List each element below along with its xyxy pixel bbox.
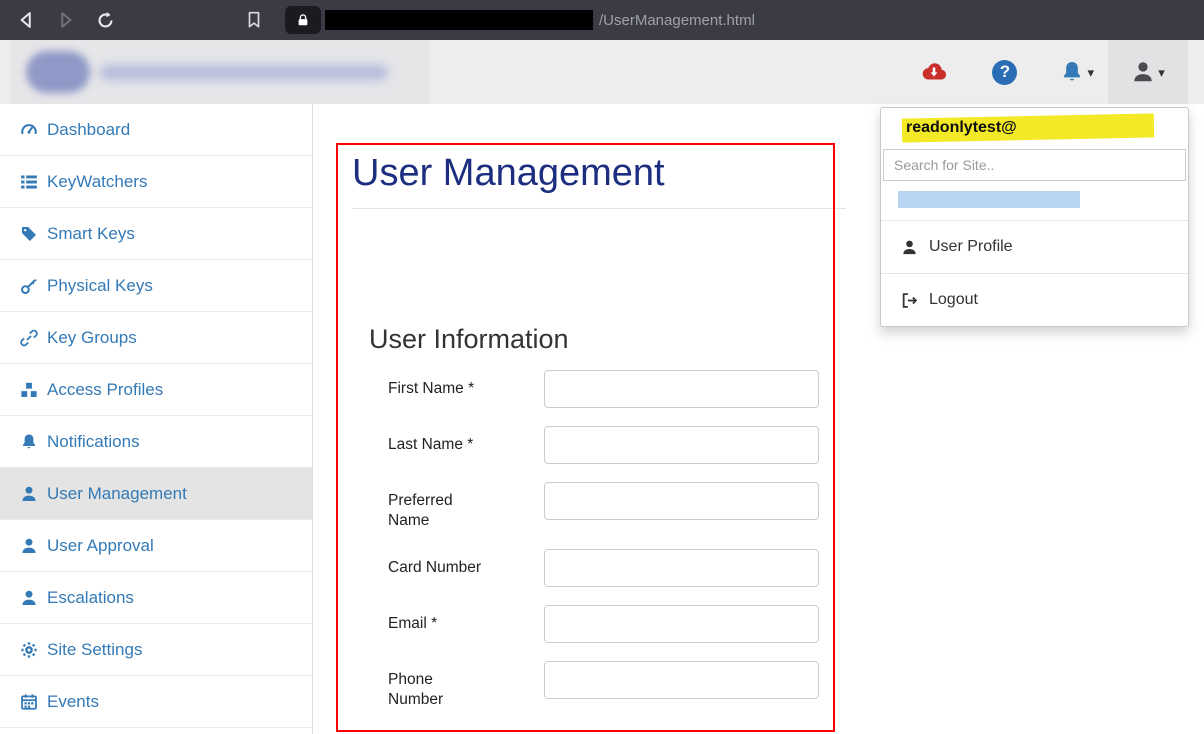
preferred-name-input[interactable] <box>544 482 819 520</box>
address-bar[interactable]: /UserManagement.html <box>263 6 755 34</box>
card-number-input[interactable] <box>544 549 819 587</box>
sidebar-item-notifications[interactable]: Notifications <box>0 416 312 468</box>
user-icon <box>901 239 918 256</box>
menu-item-label: Logout <box>929 291 978 309</box>
url-redaction <box>325 10 593 30</box>
form-row: First Name * <box>388 370 819 408</box>
field-label: Preferred Name <box>388 482 544 531</box>
chevron-down-icon: ▾ <box>1087 66 1094 79</box>
section-title: User Information <box>369 324 569 355</box>
notifications-menu-button[interactable]: ▾ <box>1060 60 1094 84</box>
phone-number-input[interactable] <box>544 661 819 699</box>
sidebar-item-dashboard[interactable]: Dashboard <box>0 104 312 156</box>
user-menu-button[interactable]: ▾ <box>1108 40 1188 104</box>
cloud-download-icon[interactable] <box>921 59 947 85</box>
sidebar-item-label: KeyWatchers <box>47 172 147 192</box>
app-title-redacted <box>100 65 388 80</box>
tag-icon <box>20 225 38 243</box>
calendar-icon <box>20 693 38 711</box>
back-icon[interactable] <box>16 10 36 30</box>
forward-icon[interactable] <box>56 10 76 30</box>
list-icon <box>20 173 38 191</box>
sidebar-item-label: Physical Keys <box>47 276 153 296</box>
first-name-input[interactable] <box>544 370 819 408</box>
help-glyph: ? <box>1000 62 1010 82</box>
gear-icon <box>20 641 38 659</box>
page: /UserManagement.html ? ▾ ▾ Dashboard <box>0 0 1204 734</box>
title-divider <box>352 208 846 209</box>
sidebar-item-site-settings[interactable]: Site Settings <box>0 624 312 676</box>
link-icon <box>20 329 38 347</box>
bookmark-icon[interactable] <box>245 11 263 29</box>
page-title: User Management <box>352 152 665 195</box>
gauge-icon <box>20 121 38 139</box>
form-row: Phone Number <box>388 661 819 710</box>
sidebar-item-label: Key Groups <box>47 328 137 348</box>
form-row: Last Name * <box>388 426 819 464</box>
user-dropdown-menu: readonlytest@ User Profile Logout <box>880 107 1189 327</box>
sidebar-item-physical-keys[interactable]: Physical Keys <box>0 260 312 312</box>
key-icon <box>20 277 38 295</box>
user-icon <box>20 485 38 503</box>
sidebar-item-events[interactable]: Events <box>0 676 312 728</box>
url-text: /UserManagement.html <box>599 12 755 29</box>
field-label: Phone Number <box>388 661 544 710</box>
header-actions: ? ▾ ▾ <box>921 40 1188 104</box>
browser-toolbar: /UserManagement.html <box>0 0 1204 40</box>
menu-item-user-profile[interactable]: User Profile <box>881 221 1188 273</box>
sidebar-item-access-profiles[interactable]: Access Profiles <box>0 364 312 416</box>
sidebar-item-label: Site Settings <box>47 640 142 660</box>
field-label: Last Name * <box>388 426 544 464</box>
user-email-row: readonlytest@ <box>881 108 1188 149</box>
sidebar: Dashboard KeyWatchers Smart Keys Physica… <box>0 104 313 734</box>
bell-icon <box>20 433 38 451</box>
sidebar-item-user-approval[interactable]: User Approval <box>0 520 312 572</box>
field-label: Card Number <box>388 549 544 587</box>
sidebar-item-user-management[interactable]: User Management <box>0 468 312 520</box>
sidebar-item-escalations[interactable]: Escalations <box>0 572 312 624</box>
sidebar-item-label: Events <box>47 692 99 712</box>
sidebar-item-label: Notifications <box>47 432 140 452</box>
reload-icon[interactable] <box>96 11 115 30</box>
app-header: ? ▾ ▾ <box>0 40 1204 104</box>
field-label: Email * <box>388 605 544 643</box>
site-name-redaction <box>898 191 1080 208</box>
app-logo-redacted <box>26 51 90 93</box>
sidebar-item-label: Smart Keys <box>47 224 135 244</box>
bell-icon <box>1060 60 1084 84</box>
sidebar-item-label: User Management <box>47 484 187 504</box>
help-icon[interactable]: ? <box>992 60 1017 85</box>
user-icon <box>1131 60 1155 84</box>
chevron-down-icon: ▾ <box>1158 66 1165 79</box>
sidebar-item-key-groups[interactable]: Key Groups <box>0 312 312 364</box>
site-search-input[interactable] <box>883 149 1186 181</box>
sidebar-item-keywatchers[interactable]: KeyWatchers <box>0 156 312 208</box>
menu-item-logout[interactable]: Logout <box>881 274 1188 326</box>
cubes-icon <box>20 381 38 399</box>
lock-icon[interactable] <box>285 6 321 34</box>
user-icon <box>20 537 38 555</box>
sidebar-item-label: Access Profiles <box>47 380 163 400</box>
sidebar-item-label: User Approval <box>47 536 154 556</box>
menu-item-label: User Profile <box>929 238 1013 256</box>
sidebar-item-label: Escalations <box>47 588 134 608</box>
sidebar-item-label: Dashboard <box>47 120 130 140</box>
logout-icon <box>901 292 918 309</box>
email-input[interactable] <box>544 605 819 643</box>
user-icon <box>20 589 38 607</box>
form-row: Preferred Name <box>388 482 819 531</box>
user-email: readonlytest@ <box>906 119 1017 137</box>
field-label: First Name * <box>388 370 544 408</box>
form-row: Card Number <box>388 549 819 587</box>
last-name-input[interactable] <box>544 426 819 464</box>
sidebar-item-smart-keys[interactable]: Smart Keys <box>0 208 312 260</box>
user-information-form: First Name * Last Name * Preferred Name … <box>388 370 819 728</box>
form-row: Email * <box>388 605 819 643</box>
